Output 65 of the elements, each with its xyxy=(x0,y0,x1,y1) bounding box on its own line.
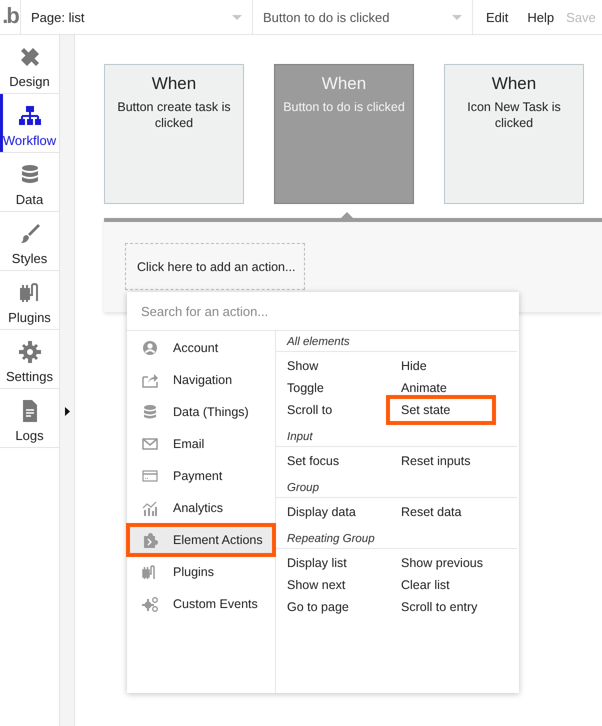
caret-icon xyxy=(232,14,242,20)
action-item[interactable]: Reset inputs xyxy=(390,450,504,472)
logo[interactable]: .b xyxy=(0,0,21,34)
event-dropdown[interactable]: Button to do is clicked xyxy=(253,0,473,34)
event-label: Button create task is clicked xyxy=(116,99,232,131)
sidebar-tab[interactable]: Design xyxy=(0,35,59,94)
action-item[interactable]: Animate xyxy=(390,377,504,399)
sidebar-tab[interactable]: Settings xyxy=(0,330,59,389)
bar-chart-icon xyxy=(142,500,158,516)
envelope-icon xyxy=(142,436,158,452)
event-title: When xyxy=(320,74,368,94)
menu-item[interactable]: Help xyxy=(527,10,554,24)
event-title: When xyxy=(150,74,198,94)
category-item[interactable]: Payment xyxy=(127,460,275,492)
sidebar-tab[interactable]: Plugins xyxy=(0,271,59,330)
action-item[interactable]: Toggle xyxy=(276,377,390,399)
event-title: When xyxy=(490,74,538,94)
user-icon xyxy=(142,340,158,356)
action-item[interactable]: Show next xyxy=(276,574,390,596)
category-item[interactable]: Navigation xyxy=(127,364,275,396)
action-item[interactable]: Scroll to entry xyxy=(390,596,504,618)
credit-card-icon xyxy=(142,468,158,484)
action-item[interactable]: Show xyxy=(276,355,390,377)
gear-icon xyxy=(18,340,42,364)
action-item[interactable]: Scroll to xyxy=(276,399,390,421)
event-label: Button to do is clicked xyxy=(282,99,406,115)
sidebar-tab[interactable]: Logs xyxy=(0,389,59,448)
action-item[interactable]: Show previous xyxy=(390,552,504,574)
database-icon xyxy=(142,404,158,420)
page-dropdown[interactable]: Page: list xyxy=(21,0,253,34)
event-card[interactable]: When Button create task is clicked xyxy=(104,64,244,204)
sidebar-tab[interactable]: Workflow xyxy=(0,94,59,153)
gears-icon xyxy=(142,596,158,612)
category-item[interactable]: Analytics xyxy=(127,492,275,524)
save-status: Save xyxy=(566,10,596,24)
section-heading: Group xyxy=(276,477,517,498)
section-heading: Input xyxy=(276,426,517,447)
category-item[interactable]: Account xyxy=(127,332,275,364)
category-item[interactable]: Element Actions xyxy=(127,524,275,556)
sitemap-icon xyxy=(18,104,42,128)
share-icon xyxy=(142,372,158,388)
event-card[interactable]: When Icon New Task is clicked xyxy=(444,64,584,204)
sidebar-tab[interactable]: Styles xyxy=(0,212,59,271)
section-heading: Repeating Group xyxy=(276,528,517,549)
action-item[interactable]: Display data xyxy=(276,501,390,523)
category-item[interactable]: Plugins xyxy=(127,556,275,588)
sidebar-tab[interactable]: Data xyxy=(0,153,59,212)
add-action-button[interactable]: Click here to add an action... xyxy=(125,243,305,290)
action-item[interactable]: Go to page xyxy=(276,596,390,618)
action-item[interactable]: Reset data xyxy=(390,501,504,523)
menu-item[interactable]: Edit xyxy=(486,10,508,24)
event-label: Icon New Task is clicked xyxy=(466,99,562,131)
category-item[interactable]: Data (Things) xyxy=(127,396,275,428)
expand-arrow-icon[interactable] xyxy=(65,407,70,416)
caret-icon xyxy=(452,14,462,20)
section-heading: All elements xyxy=(276,331,517,352)
plug-icon xyxy=(142,564,158,580)
action-item[interactable]: Clear list xyxy=(390,574,504,596)
category-item[interactable]: Email xyxy=(127,428,275,460)
action-item[interactable]: Set focus xyxy=(276,450,390,472)
action-item[interactable]: Display list xyxy=(276,552,390,574)
puzzle-icon xyxy=(142,532,158,548)
action-item[interactable]: Hide xyxy=(390,355,504,377)
search-field[interactable]: Search for an action... xyxy=(127,292,519,331)
category-item[interactable]: Custom Events xyxy=(127,588,275,620)
